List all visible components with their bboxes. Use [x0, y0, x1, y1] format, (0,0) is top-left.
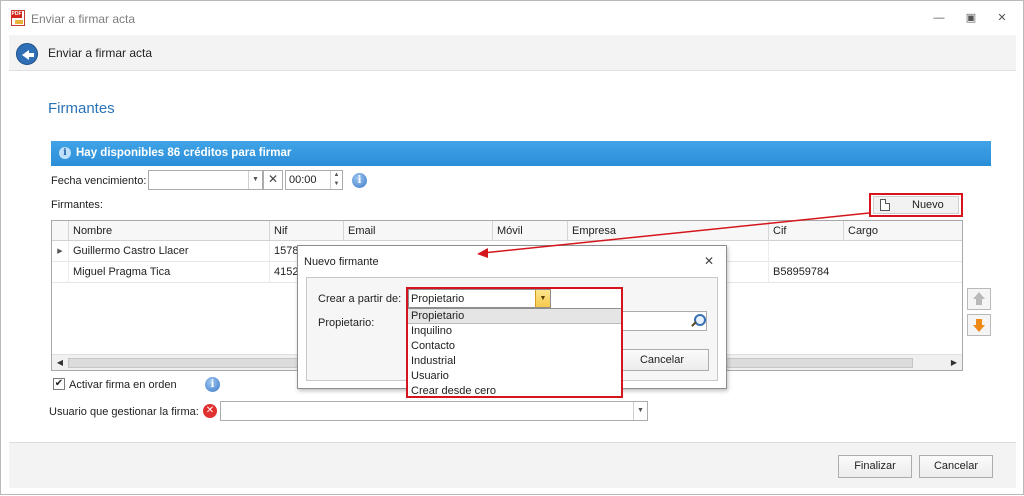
- annotation-arrow: [477, 212, 870, 258]
- window: PDF Enviar a firmar acta — ▣ ✕ Enviar a …: [0, 0, 1024, 495]
- annotation-line: [482, 212, 870, 254]
- annotation-arrowhead: [477, 248, 488, 258]
